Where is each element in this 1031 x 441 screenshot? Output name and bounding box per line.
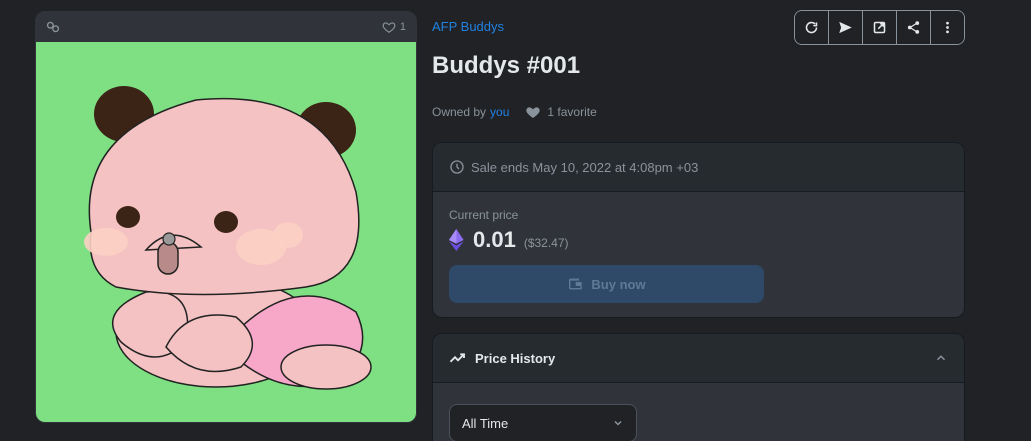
trending-icon bbox=[449, 353, 465, 363]
chain-icon[interactable] bbox=[46, 20, 60, 34]
price-row: 0.01 ($32.47) bbox=[449, 227, 948, 253]
heart-icon bbox=[525, 104, 541, 120]
item-title: Buddys #001 bbox=[432, 52, 581, 79]
image-favorite-count: 1 bbox=[399, 21, 406, 33]
time-range-select[interactable]: All Time bbox=[449, 404, 637, 441]
price-history-panel: Price History All Time bbox=[432, 333, 965, 441]
share-button[interactable] bbox=[897, 11, 931, 44]
open-external-button[interactable] bbox=[863, 11, 897, 44]
price-history-body: All Time bbox=[433, 383, 964, 441]
price-history-header[interactable]: Price History bbox=[433, 334, 964, 383]
share-icon bbox=[907, 21, 920, 34]
refresh-button[interactable] bbox=[795, 11, 829, 44]
heart-outline-icon bbox=[382, 22, 396, 33]
time-range-value: All Time bbox=[462, 415, 509, 431]
transfer-button[interactable] bbox=[829, 11, 863, 44]
owner-link[interactable]: you bbox=[490, 105, 509, 119]
current-price-label: Current price bbox=[449, 208, 519, 222]
chevron-up-icon[interactable] bbox=[934, 351, 948, 365]
buy-now-button[interactable]: Buy now bbox=[449, 265, 764, 303]
sale-panel: Sale ends May 10, 2022 at 4:08pm +03 Cur… bbox=[432, 142, 965, 318]
item-image-card: 1 bbox=[35, 11, 417, 423]
image-favorite-button[interactable]: 1 bbox=[382, 20, 406, 34]
image-card-header: 1 bbox=[36, 12, 416, 42]
refresh-icon bbox=[805, 21, 818, 34]
buy-now-label: Buy now bbox=[591, 276, 646, 292]
owner-row: Owned by you 1 favorite bbox=[432, 104, 597, 120]
clock-icon bbox=[450, 160, 464, 174]
more-options-button[interactable] bbox=[931, 11, 964, 44]
chevron-down-icon bbox=[614, 420, 622, 426]
price-history-title-wrap: Price History bbox=[449, 349, 555, 367]
price-usd: ($32.47) bbox=[523, 235, 569, 250]
favorites-count[interactable]: 1 favorite bbox=[547, 105, 596, 119]
sale-body: Current price 0.01 ($32.47) Buy now bbox=[433, 192, 964, 303]
eth-icon bbox=[449, 229, 465, 251]
price-history-title: Price History bbox=[475, 350, 556, 366]
owned-by-label: Owned by bbox=[432, 105, 487, 119]
wallet-icon bbox=[569, 278, 583, 290]
item-toolbar bbox=[794, 10, 965, 45]
external-link-icon bbox=[873, 21, 886, 34]
more-icon bbox=[946, 21, 949, 34]
collection-link[interactable]: AFP Buddys bbox=[432, 19, 504, 34]
price-value: 0.01 bbox=[473, 227, 516, 252]
sale-header: Sale ends May 10, 2022 at 4:08pm +03 bbox=[433, 143, 964, 192]
send-icon bbox=[839, 21, 852, 34]
sale-ends-text: Sale ends May 10, 2022 at 4:08pm +03 bbox=[471, 159, 699, 175]
nft-image[interactable] bbox=[36, 42, 416, 422]
